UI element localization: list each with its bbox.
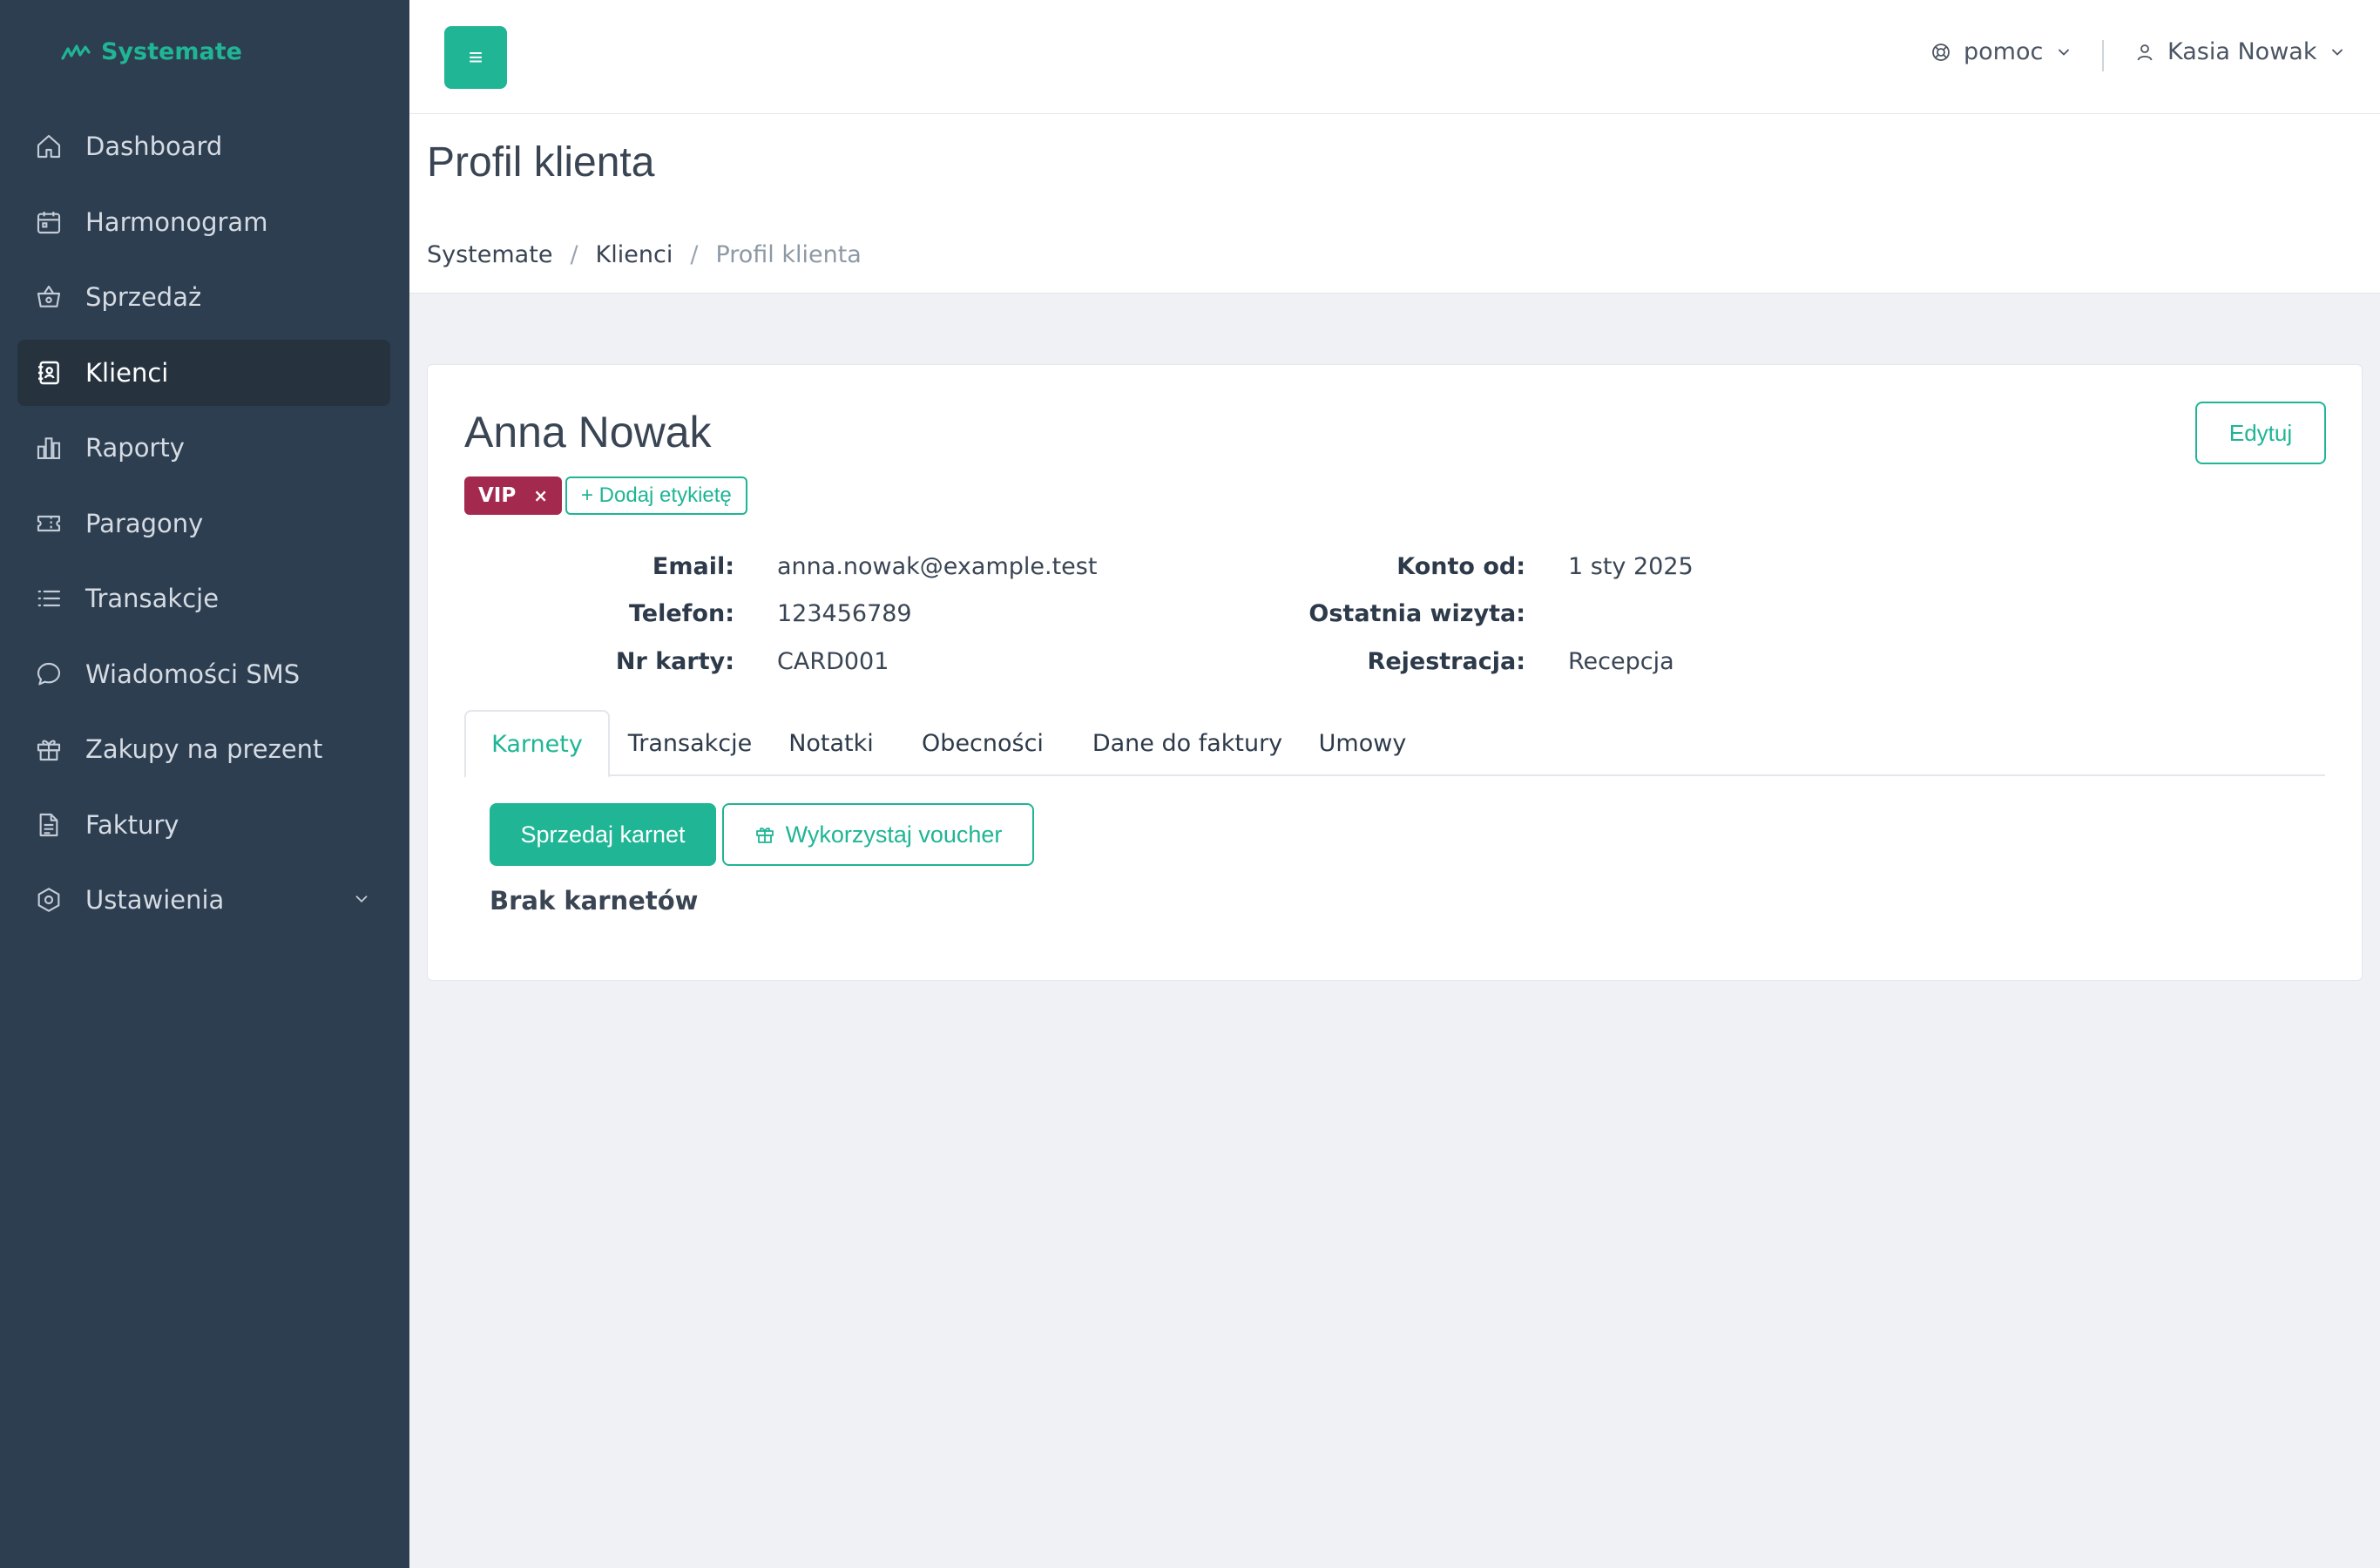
sidebar-item-label: Klienci <box>85 357 169 388</box>
gift-icon <box>35 734 85 764</box>
sidebar-item-label: Paragony <box>85 508 204 538</box>
email-label: Email: <box>652 553 734 580</box>
chevron-down-icon <box>352 889 371 909</box>
empty-passes-message: Brak karnetów <box>490 886 699 916</box>
sidebar-item-label: Ustawienia <box>85 885 225 915</box>
home-icon <box>35 132 85 161</box>
tab-obecnosci[interactable]: Obecności <box>892 710 1073 776</box>
sidebar-nav: Dashboard Harmonogram Sprzedaż Klienci R… <box>17 113 390 943</box>
sidebar-item-label: Zakupy na prezent <box>85 734 323 764</box>
gift-icon <box>754 824 775 845</box>
tab-karnety[interactable]: Karnety <box>464 710 610 778</box>
tab-notatki[interactable]: Notatki <box>770 710 892 776</box>
last-visit-label: Ostatnia wizyta: <box>1308 600 1525 627</box>
breadcrumb-separator: / <box>690 241 699 268</box>
sidebar-item-faktury[interactable]: Faktury <box>17 792 390 858</box>
chevron-down-icon <box>2055 44 2072 61</box>
sidebar: Systemate Dashboard Harmonogram Sprzedaż… <box>0 0 409 1568</box>
chevron-down-icon <box>2329 44 2346 61</box>
breadcrumb-item-systemate[interactable]: Systemate <box>427 241 552 268</box>
user-icon <box>2134 42 2155 63</box>
page-title: Profil klienta <box>427 139 655 186</box>
brand-name: Systemate <box>101 38 242 65</box>
use-voucher-button[interactable]: Wykorzystaj voucher <box>722 803 1034 866</box>
add-tag-button[interactable]: + Dodaj etykietę <box>565 476 747 515</box>
sidebar-item-raporty[interactable]: Raporty <box>17 415 390 481</box>
sidebar-item-label: Harmonogram <box>85 206 268 237</box>
topbar-divider <box>2102 40 2104 71</box>
phone-value: 123456789 <box>777 600 912 627</box>
calendar-icon <box>35 207 85 237</box>
top-bar: ≡ pomoc Kasia Nowak <box>409 0 2380 114</box>
page-header: Profil klienta Systemate / Klienci / Pro… <box>409 114 2380 294</box>
sidebar-item-transakcje[interactable]: Transakcje <box>17 565 390 632</box>
tag-label: VIP <box>478 484 517 507</box>
settings-hex-icon <box>35 885 85 915</box>
card-number-label: Nr karty: <box>615 648 734 675</box>
sidebar-item-ustawienia[interactable]: Ustawienia <box>17 867 390 933</box>
sidebar-item-sprzedaz[interactable]: Sprzedaż <box>17 264 390 330</box>
card-number-value: CARD001 <box>777 648 889 675</box>
use-voucher-label: Wykorzystaj voucher <box>785 821 1003 848</box>
lifebuoy-icon <box>1930 42 1951 63</box>
email-value: anna.nowak@example.test <box>777 553 1098 580</box>
user-dropdown[interactable]: Kasia Nowak <box>2134 38 2346 65</box>
pulse-logo-icon <box>61 44 91 61</box>
user-name: Kasia Nowak <box>2167 38 2317 65</box>
tab-dane-do-faktury[interactable]: Dane do faktury <box>1073 710 1302 776</box>
sell-pass-button[interactable]: Sprzedaj karnet <box>490 803 716 866</box>
help-label: pomoc <box>1964 38 2044 65</box>
ticket-icon <box>35 509 85 538</box>
breadcrumb-separator: / <box>570 241 578 268</box>
client-name: Anna Nowak <box>464 408 712 456</box>
help-dropdown[interactable]: pomoc <box>1930 38 2072 65</box>
profile-tabs: Karnety Transakcje Notatki Obecności Dan… <box>464 710 2325 778</box>
client-profile-card: Anna Nowak Edytuj VIP × + Dodaj etykietę… <box>427 364 2363 981</box>
sidebar-item-label: Wiadomości SMS <box>85 659 301 689</box>
sidebar-item-paragony[interactable]: Paragony <box>17 490 390 557</box>
sidebar-item-dashboard[interactable]: Dashboard <box>17 113 390 179</box>
breadcrumb: Systemate / Klienci / Profil klienta <box>427 241 862 268</box>
sidebar-item-klienci[interactable]: Klienci <box>17 339 390 406</box>
document-icon <box>35 810 85 840</box>
breadcrumb-item-klienci[interactable]: Klienci <box>596 241 673 268</box>
tab-umowy[interactable]: Umowy <box>1302 710 1423 776</box>
sidebar-item-zakupy-na-prezent[interactable]: Zakupy na prezent <box>17 716 390 782</box>
phone-label: Telefon: <box>628 600 734 627</box>
breadcrumb-item-current: Profil klienta <box>715 241 862 268</box>
remove-tag-icon[interactable]: × <box>533 485 548 506</box>
sidebar-item-label: Sprzedaż <box>85 282 202 312</box>
contacts-book-icon <box>35 358 85 388</box>
edit-button[interactable]: Edytuj <box>2195 402 2326 464</box>
sidebar-item-wiadomosci-sms[interactable]: Wiadomości SMS <box>17 641 390 707</box>
sidebar-item-label: Faktury <box>85 809 179 840</box>
basket-icon <box>35 282 85 312</box>
sidebar-item-label: Dashboard <box>85 132 223 161</box>
registration-label: Rejestracja: <box>1367 648 1525 675</box>
menu-toggle-button[interactable]: ≡ <box>444 26 507 89</box>
registration-value: Recepcja <box>1568 648 1674 675</box>
sidebar-item-label: Transakcje <box>85 584 220 613</box>
bar-chart-icon <box>35 433 85 463</box>
brand-logo[interactable]: Systemate <box>61 38 242 65</box>
account-since-label: Konto od: <box>1396 553 1525 580</box>
tab-transakcje[interactable]: Transakcje <box>610 710 770 776</box>
hamburger-icon: ≡ <box>468 44 483 71</box>
list-icon <box>35 584 85 613</box>
sidebar-item-harmonogram[interactable]: Harmonogram <box>17 189 390 255</box>
tag-vip: VIP × <box>464 476 562 515</box>
chat-bubble-icon <box>35 659 85 689</box>
sidebar-item-label: Raporty <box>85 433 185 463</box>
account-since-value: 1 sty 2025 <box>1568 553 1694 580</box>
